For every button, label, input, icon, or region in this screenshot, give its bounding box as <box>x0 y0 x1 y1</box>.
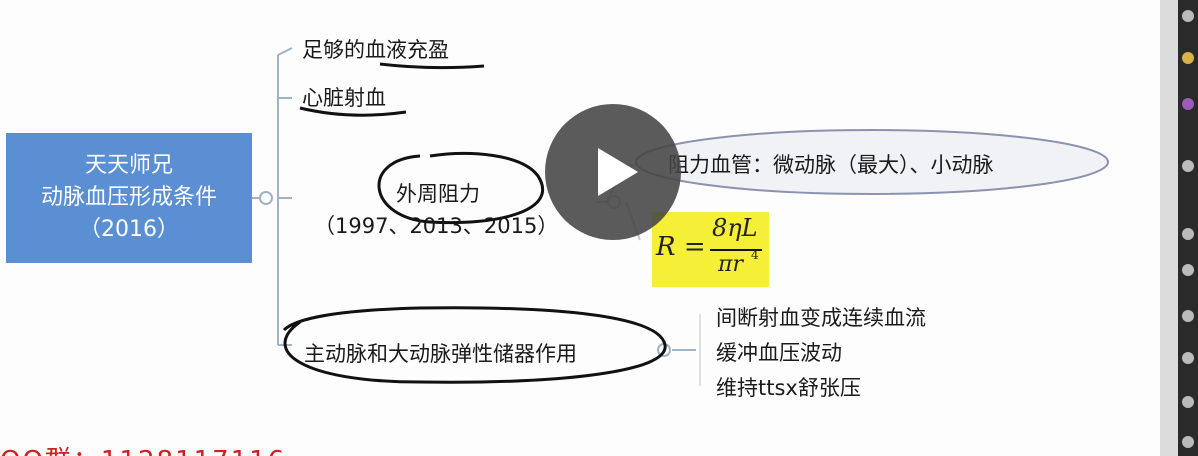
formula-numerator: 8ηL <box>712 214 758 242</box>
node-blood-filling: 足够的血液充盈 <box>302 38 449 62</box>
node-resistance-vessel: 阻力血管：微动脉（最大）、小动脉 <box>668 153 994 177</box>
node-continuous-flow: 间断射血变成连续血流 <box>716 306 926 330</box>
side-avatar-7[interactable] <box>1182 310 1194 322</box>
node-resistance-years: （1997、2013、2015） <box>314 214 559 238</box>
node-peripheral-resistance: 外周阻力 <box>396 182 480 206</box>
footer-qq-group: QQ群：1128117116 <box>0 440 286 456</box>
root-line-1: 天天师兄 <box>84 153 173 178</box>
node-elastic-reservoir: 主动脉和大动脉弹性储器作用 <box>304 342 577 366</box>
resistance-formula: R = 8ηL πr 4 <box>652 212 769 287</box>
side-avatar-4[interactable] <box>1182 160 1194 172</box>
play-button[interactable] <box>545 104 681 240</box>
play-icon <box>598 148 638 196</box>
side-panel <box>1160 0 1198 456</box>
underline-blood-filling <box>379 62 485 70</box>
formula-lhs: R = <box>656 232 706 262</box>
connector-root-node <box>259 191 273 205</box>
side-avatar-10[interactable] <box>1182 436 1194 448</box>
formula-denominator: πr <box>718 252 743 277</box>
node-diastolic-pressure: 维持ttsx舒张压 <box>716 376 861 400</box>
side-avatar-6[interactable] <box>1182 264 1194 276</box>
side-avatar-3[interactable] <box>1182 98 1194 110</box>
formula-exponent: 4 <box>751 248 759 262</box>
root-line-2: 动脉血压形成条件 <box>40 185 217 210</box>
connector-main-trunk <box>277 47 293 346</box>
side-avatar-5[interactable] <box>1182 228 1194 240</box>
node-buffer-fluctuation: 缓冲血压波动 <box>716 341 842 365</box>
video-frame: 天天师兄 动脉血压形成条件 （2016） 足够的血液充盈 心脏射血 外周阻力 （… <box>0 0 1160 456</box>
root-node: 天天师兄 动脉血压形成条件 （2016） <box>6 133 252 263</box>
side-avatar-2[interactable] <box>1182 52 1194 64</box>
side-avatar-8[interactable] <box>1182 352 1194 364</box>
node-heart-ejection: 心脏射血 <box>302 86 386 110</box>
side-avatar-9[interactable] <box>1182 396 1194 408</box>
side-avatar-1[interactable] <box>1182 10 1194 22</box>
root-line-3: （2016） <box>79 217 179 242</box>
